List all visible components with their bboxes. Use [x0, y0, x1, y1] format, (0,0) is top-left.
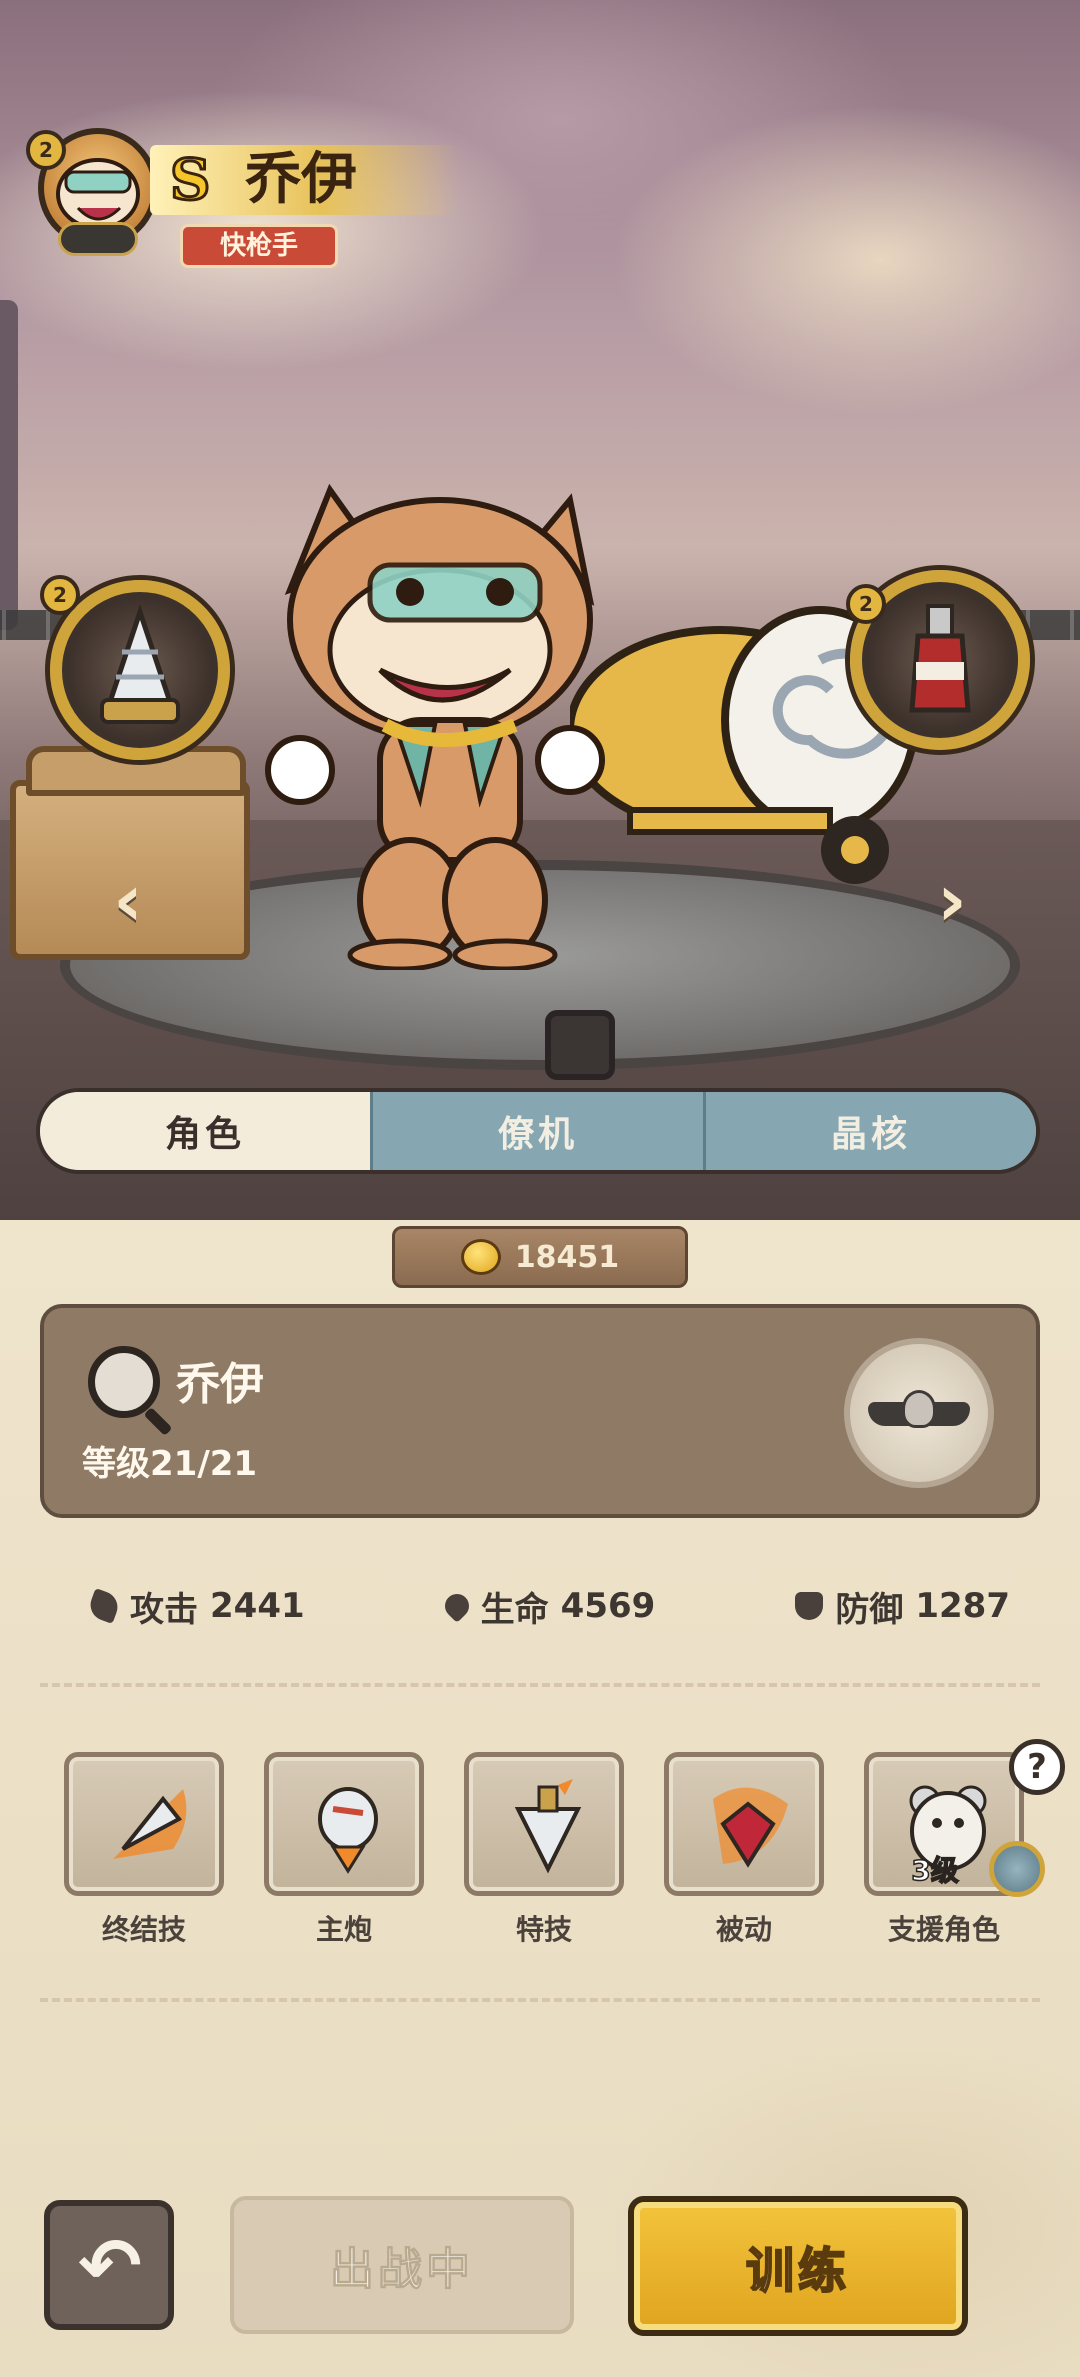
portrait-level-badge: 2: [26, 130, 66, 170]
skill-passive[interactable]: 被动: [664, 1752, 824, 1952]
left-orb-level-badge: 2: [40, 575, 80, 615]
tab-core[interactable]: 晶核: [706, 1092, 1036, 1170]
magnify-icon[interactable]: [88, 1346, 160, 1418]
rank-letter: S: [168, 146, 211, 215]
stat-attack-label: 攻击: [130, 1589, 198, 1630]
heart-icon: [439, 1589, 474, 1623]
ultimate-drill-icon: [113, 1789, 187, 1859]
stat-defense: 防御 1287: [795, 1582, 1010, 1631]
stat-attack-value: 2441: [210, 1586, 305, 1626]
next-character-arrow[interactable]: ›: [922, 860, 982, 940]
wing-emblem-button[interactable]: [844, 1338, 994, 1488]
prev-character-arrow[interactable]: ‹: [98, 860, 158, 940]
skill-main-cannon[interactable]: 主炮: [264, 1752, 424, 1952]
tab-wingman[interactable]: 僚机: [373, 1092, 706, 1170]
info-level-text: 等级21/21: [82, 1444, 258, 1484]
stat-defense-value: 1287: [915, 1586, 1010, 1626]
side-drawer-handle[interactable]: [0, 300, 18, 630]
skills-row: 终结技 主炮 特技 被动 3级 ? 支援角色: [64, 1739, 1065, 1952]
stat-health: 生命 4569: [439, 1582, 656, 1631]
portrait-wing-badge: [58, 222, 138, 256]
skill-passive-label: 被动: [715, 1913, 772, 1946]
skill-special-label: 特技: [515, 1913, 572, 1946]
attack-icon: [86, 1588, 122, 1624]
drill-icon: [100, 604, 180, 724]
platform-knob: [545, 1010, 615, 1080]
stat-defense-label: 防御: [835, 1589, 904, 1630]
equipped-skill-orb-left[interactable]: [50, 580, 230, 760]
skill-support-character[interactable]: 3级 ? 支援角色: [864, 1739, 1065, 1952]
stat-attack: 攻击 2441: [86, 1582, 305, 1631]
skill-special[interactable]: 特技: [464, 1752, 624, 1952]
info-character-name: 乔伊: [176, 1359, 264, 1410]
class-tag: 快枪手: [180, 224, 338, 268]
right-orb-level-badge: 2: [846, 584, 886, 624]
back-button[interactable]: ↶: [44, 2200, 174, 2330]
character-illustration: [265, 483, 605, 970]
category-tabs: 角色 僚机 晶核: [36, 1088, 1040, 1174]
back-arrow-icon: ↶: [78, 2221, 142, 2310]
train-button[interactable]: 训练: [628, 2196, 968, 2336]
main-cannon-icon: [318, 1787, 378, 1874]
divider-bottom: [40, 1998, 1040, 2002]
deployed-button[interactable]: 出战中: [230, 2196, 574, 2334]
skill-support-label: 支援角色: [887, 1913, 1000, 1946]
passive-gem-icon: [713, 1787, 788, 1868]
stat-health-label: 生命: [480, 1589, 549, 1630]
currency-amount: 18451: [514, 1239, 620, 1275]
coin-fist-icon: [460, 1239, 501, 1275]
character-showcase: 2 2 ‹ › 2 S 乔伊 快枪手 角色 僚机 晶核: [0, 0, 1080, 1220]
stat-health-value: 4569: [560, 1586, 656, 1626]
currency-display: 18451: [392, 1226, 688, 1288]
skill-ultimate-label: 终结技: [101, 1913, 186, 1946]
help-question-icon[interactable]: ?: [1009, 1739, 1065, 1795]
support-level: 3级: [911, 1853, 960, 1888]
tab-character[interactable]: 角色: [40, 1092, 373, 1170]
swap-support-icon[interactable]: [989, 1841, 1045, 1897]
character-name: 乔伊: [245, 147, 357, 212]
stats-row: 攻击 2441 生命 4569 防御 1287: [86, 1578, 1010, 1634]
divider-top: [40, 1683, 1040, 1687]
shield-icon: [795, 1592, 824, 1620]
skill-main-cannon-label: 主炮: [315, 1913, 372, 1946]
character-info-card: 乔伊 等级21/21: [40, 1304, 1040, 1518]
skill-ultimate[interactable]: 终结技: [64, 1752, 224, 1952]
special-drill-icon: [514, 1779, 582, 1874]
